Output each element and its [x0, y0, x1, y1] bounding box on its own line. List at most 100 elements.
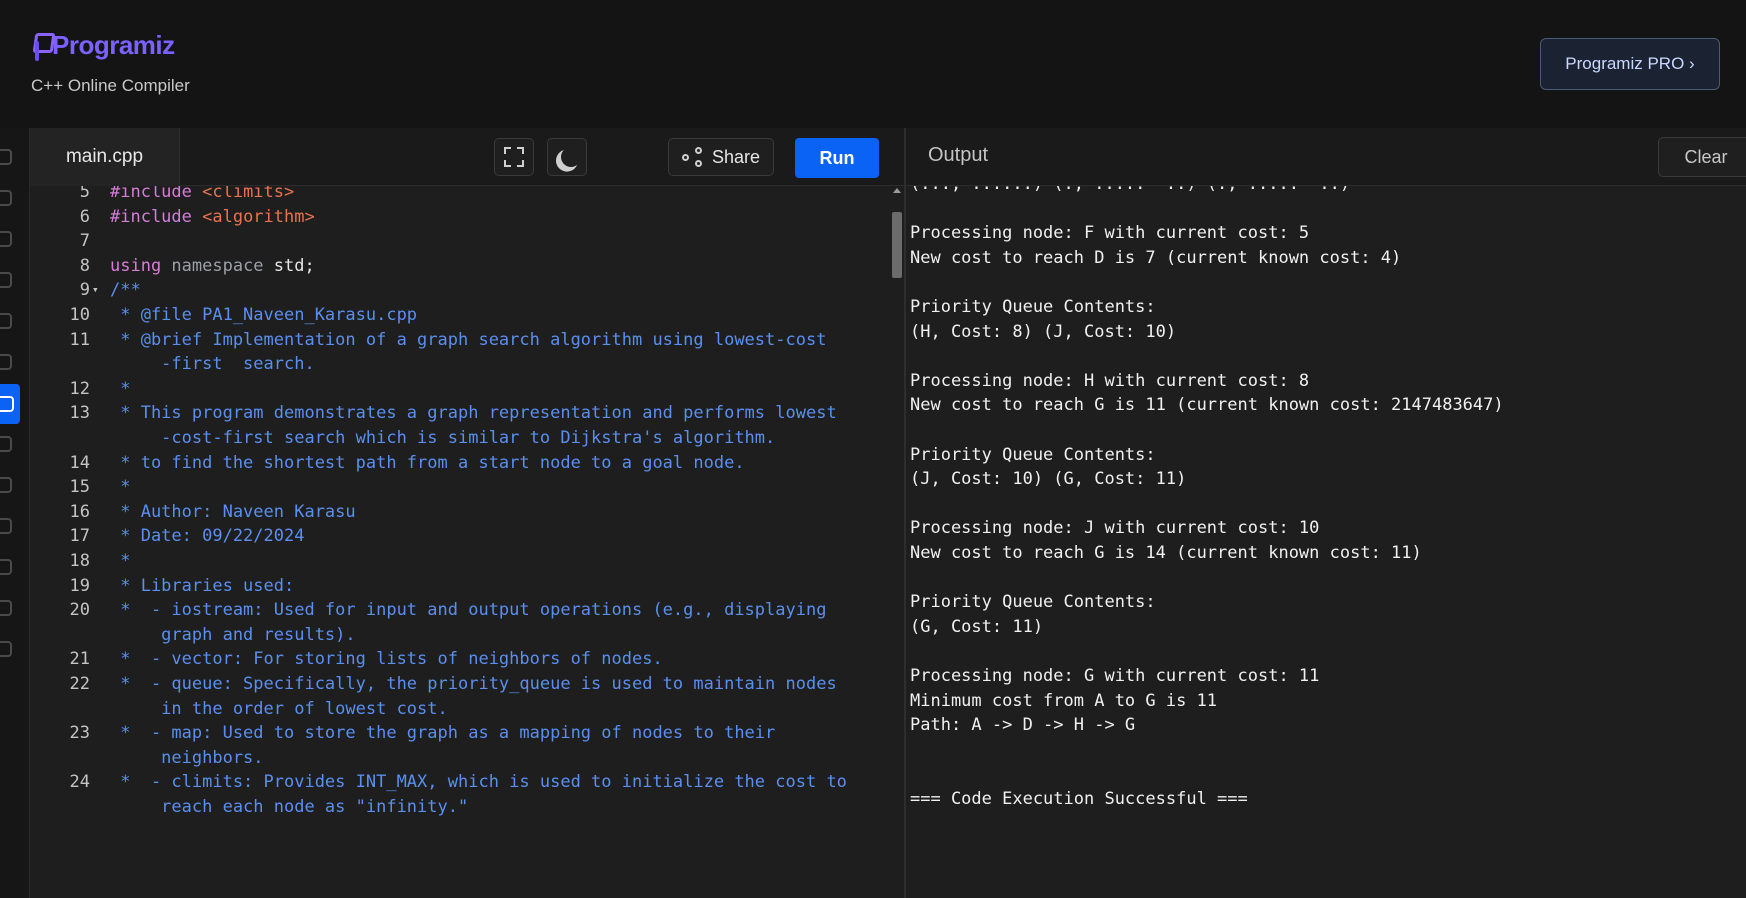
line-number: 8 [79, 255, 90, 276]
code-line[interactable]: reach each node as "infinity." [30, 794, 890, 820]
code-text: * - climits: Provides INT_MAX, which is … [110, 769, 847, 795]
scroll-up-arrow-icon[interactable] [893, 188, 901, 193]
code-line[interactable]: -cost-first search which is similar to D… [30, 425, 890, 451]
code-line[interactable]: 13 * This program demonstrates a graph r… [30, 400, 890, 426]
output-line: New cost to reach G is 11 (current known… [910, 395, 1504, 416]
csharp-icon[interactable] [0, 429, 20, 459]
swift-icon[interactable] [0, 593, 20, 623]
line-number: 13 [69, 403, 90, 424]
code-token: * - iostream: Used for input and output … [110, 600, 827, 621]
fold-toggle-icon[interactable]: ▾ [92, 277, 99, 303]
code-text: * - queue: Specifically, the priority_qu… [110, 671, 836, 697]
theme-toggle-button[interactable] [547, 138, 587, 176]
programiz-pro-button[interactable]: Programiz PRO › [1540, 38, 1720, 90]
output-line: New cost to reach G is 14 (current known… [910, 543, 1422, 563]
code-text: reach each node as "infinity." [110, 794, 468, 820]
code-token: <climits> [202, 186, 295, 202]
code-token: -cost-first search which is similar to D… [110, 428, 776, 448]
code-line[interactable]: 10 * @file PA1_Naveen_Karasu.cpp [30, 302, 890, 328]
code-line[interactable]: 22 * - queue: Specifically, the priority… [30, 671, 890, 697]
fullscreen-icon [504, 147, 524, 167]
share-icon [681, 147, 702, 167]
code-text: #include <climits> [110, 186, 294, 205]
code-token: in the order of lowest cost. [110, 698, 448, 719]
output-line: Processing node: J with current cost: 10 [910, 518, 1320, 539]
code-text: * [110, 376, 130, 402]
code-text: in the order of lowest cost. [110, 696, 448, 722]
code-text: * @brief Implementation of a graph searc… [110, 327, 826, 353]
code-line[interactable]: 11 * @brief Implementation of a graph se… [30, 327, 890, 353]
code-token: * Date: 09/22/2024 [110, 526, 305, 547]
code-line[interactable]: 24 * - climits: Provides INT_MAX, which … [30, 769, 890, 795]
code-line[interactable]: 8 using namespace std; [30, 253, 890, 279]
code-line[interactable]: graph and results). [30, 622, 890, 648]
share-button[interactable]: Share [668, 138, 774, 176]
fullscreen-button[interactable] [494, 138, 534, 176]
code-text: * [110, 474, 130, 500]
r-icon[interactable] [0, 183, 20, 213]
sql-icon[interactable] [0, 224, 20, 254]
output-line: === Code Execution Successful === [910, 789, 1248, 809]
editor-scrollbar[interactable] [892, 212, 902, 278]
line-number: 20 [69, 600, 90, 621]
code-line[interactable]: 9 ▾ /** [30, 277, 890, 303]
file-tab-main-cpp[interactable]: main.cpp [30, 128, 180, 186]
output-title: Output [928, 144, 989, 166]
code-text: * This program demonstrates a graph repr… [110, 400, 837, 426]
code-text: /** [110, 277, 141, 303]
html-icon[interactable] [0, 265, 20, 295]
python-icon[interactable] [0, 142, 20, 172]
java-icon[interactable] [0, 306, 20, 336]
line-number: 22 [69, 674, 90, 694]
go-icon[interactable] [0, 511, 20, 541]
clear-button[interactable]: Clear [1658, 137, 1746, 177]
code-line[interactable]: neighbors. [30, 745, 890, 771]
line-number: 17 [69, 526, 90, 547]
code-text: * Author: Naveen Karasu [110, 499, 355, 525]
code-text: * - map: Used to store the graph as a ma… [110, 720, 775, 746]
c-icon[interactable] [0, 347, 20, 377]
output-line: (H, Cost: 8) (J, Cost: 10) [910, 321, 1177, 342]
code-text: * to find the shortest path from a start… [110, 450, 744, 476]
code-line[interactable]: 21 * - vector: For storing lists of neig… [30, 646, 890, 672]
code-line[interactable]: 6 #include <algorithm> [30, 204, 890, 230]
line-number: 11 [69, 329, 90, 350]
code-line[interactable]: 18 * [30, 548, 890, 574]
code-token: * [110, 477, 131, 498]
code-text: #include <algorithm> [110, 204, 315, 230]
code-token: namespace [171, 255, 274, 276]
code-token: * This program demonstrates a graph repr… [110, 403, 837, 424]
moon-icon [558, 144, 584, 170]
rust-icon[interactable] [0, 634, 20, 664]
code-line[interactable]: 12 * [30, 376, 890, 402]
code-line[interactable]: 14 * to find the shortest path from a st… [30, 450, 890, 476]
programiz-logo[interactable]: Programiz [32, 30, 175, 61]
code-token: #include [110, 186, 203, 202]
code-line[interactable]: in the order of lowest cost. [30, 696, 890, 722]
code-line[interactable]: 23 * - map: Used to store the graph as a… [30, 720, 890, 746]
line-number: 21 [69, 649, 90, 670]
line-number: 6 [79, 206, 90, 227]
language-rail [0, 128, 30, 898]
line-number: 14 [69, 452, 90, 473]
code-token: using [110, 255, 172, 276]
js-icon[interactable] [0, 470, 20, 500]
cpp-icon[interactable] [0, 384, 20, 424]
code-line[interactable]: -first search. [30, 351, 890, 377]
code-line[interactable]: 5 #include <climits> [30, 186, 890, 205]
code-line[interactable]: 17 * Date: 09/22/2024 [30, 523, 890, 549]
code-text: * @file PA1_Naveen_Karasu.cpp [110, 302, 417, 328]
code-line[interactable]: 19 * Libraries used: [30, 573, 890, 599]
code-text: * - iostream: Used for input and output … [110, 597, 826, 623]
code-line[interactable]: 20 * - iostream: Used for input and outp… [30, 597, 890, 623]
php-icon[interactable] [0, 552, 20, 582]
code-line[interactable]: 7 [30, 228, 890, 254]
code-token: * - map: Used to store the graph as a ma… [110, 723, 776, 744]
code-line[interactable]: 16 * Author: Naveen Karasu [30, 499, 890, 525]
run-button[interactable]: Run [795, 138, 879, 178]
code-line[interactable]: 15 * [30, 474, 890, 500]
code-editor[interactable]: 5 #include <climits> 6 #include <algorithm>… [30, 186, 904, 898]
line-number: 7 [79, 231, 90, 252]
line-number: 23 [69, 723, 90, 744]
code-text: neighbors. [110, 745, 263, 771]
